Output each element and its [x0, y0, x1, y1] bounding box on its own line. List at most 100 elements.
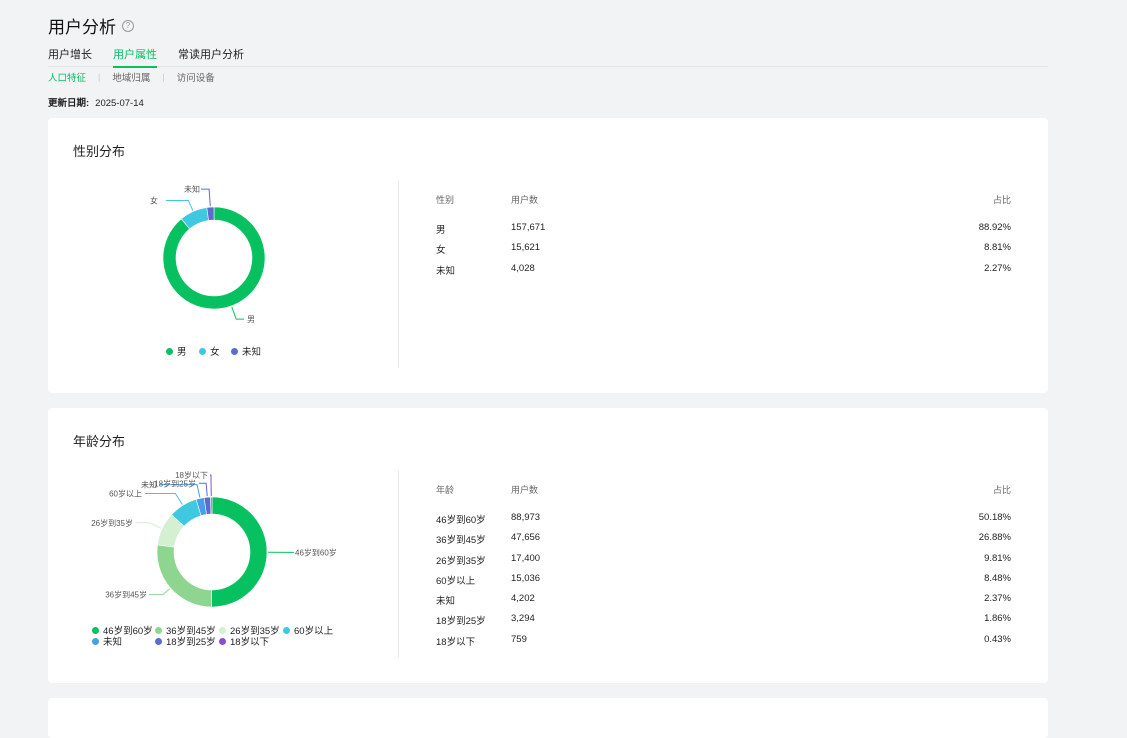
- subtab-demographics[interactable]: 人口特征: [48, 70, 86, 84]
- legend-swatch: [155, 638, 162, 645]
- row-name: 60岁以上: [436, 573, 475, 587]
- main-tabs: 用户增长 用户属性 常读用户分析: [48, 46, 1048, 67]
- table-header: 年龄 用户数 占比: [436, 483, 1011, 497]
- column-header: 性别: [436, 193, 454, 206]
- slice-label: 18岁以下: [175, 470, 208, 480]
- row-pct: 88.92%: [979, 222, 1011, 233]
- table-row: 18岁到25岁 3,294 1.86%: [436, 613, 1011, 633]
- legend-label: 未知: [103, 634, 122, 648]
- row-users: 157,671: [511, 222, 545, 233]
- legend-item[interactable]: 未知: [92, 634, 122, 648]
- row-name: 36岁到45岁: [436, 532, 486, 546]
- leader-line: [136, 523, 161, 529]
- card-divider: [398, 470, 399, 658]
- legend-swatch: [92, 627, 99, 634]
- row-users: 47,656: [511, 532, 540, 543]
- row-pct: 8.48%: [984, 573, 1011, 584]
- legend-swatch: [166, 348, 173, 355]
- row-users: 88,973: [511, 512, 540, 523]
- subtab-divider: |: [98, 72, 100, 82]
- legend-swatch: [199, 348, 206, 355]
- legend-item[interactable]: 60岁以上: [283, 623, 333, 637]
- column-header: 占比: [993, 193, 1011, 206]
- table-row: 18岁以下7590.43%: [436, 634, 1011, 654]
- row-users: 3,294: [511, 613, 535, 624]
- legend-label: 60岁以上: [294, 623, 333, 637]
- table-row: 未知4,0282.27%: [436, 263, 1011, 283]
- legend-item[interactable]: 18岁以下: [219, 634, 269, 648]
- subtab-region[interactable]: 地域归属: [112, 70, 150, 84]
- gender-donut-chart: 男女未知: [48, 118, 398, 393]
- row-users: 4,028: [511, 263, 535, 274]
- row-users: 4,202: [511, 593, 535, 604]
- row-pct: 2.37%: [984, 593, 1011, 604]
- legend-item[interactable]: 女: [199, 344, 220, 358]
- card-divider: [398, 180, 399, 368]
- row-users: 759: [511, 634, 527, 645]
- subtab-device[interactable]: 访问设备: [177, 70, 215, 84]
- legend-label: 女: [210, 344, 220, 358]
- table-row: 女 15,621 8.81%: [436, 242, 1011, 262]
- leader-line: [149, 589, 170, 595]
- donut-slice[interactable]: [211, 497, 212, 514]
- row-name: 26岁到35岁: [436, 553, 486, 567]
- table-row: 60岁以上 15,036 8.48%: [436, 573, 1011, 593]
- update-date-label: 更新日期:: [48, 98, 89, 109]
- row-name: 女: [436, 242, 446, 256]
- page-title-text: 用户分析: [48, 13, 116, 38]
- gender-table: 性别 用户数 占比 男157,67188.92% 女15,6218.81% 未知…: [436, 193, 1011, 283]
- row-name: 46岁到60岁: [436, 512, 486, 526]
- table-header: 性别 用户数 占比: [436, 193, 1011, 207]
- legend-label: 18岁以下: [230, 634, 269, 648]
- table-row: 男 157,671 88.92%: [436, 222, 1011, 242]
- update-date: 更新日期:2025-07-14: [48, 95, 144, 109]
- row-users: 15,621: [511, 242, 540, 253]
- tab-user-attributes[interactable]: 用户属性: [113, 46, 157, 68]
- legend-swatch: [219, 627, 226, 634]
- tab-user-growth[interactable]: 用户增长: [48, 46, 92, 66]
- donut-slice[interactable]: [163, 207, 265, 309]
- table-row: 36岁到45岁 47,656 26.88%: [436, 532, 1011, 552]
- donut-slice[interactable]: [211, 497, 267, 607]
- row-name: 18岁以下: [436, 634, 475, 648]
- row-pct: 26.88%: [979, 532, 1011, 543]
- legend-swatch: [231, 348, 238, 355]
- column-header: 用户数: [511, 483, 538, 496]
- slice-label: 未知: [184, 184, 200, 194]
- legend-label: 未知: [242, 344, 261, 358]
- row-name: 男: [436, 222, 446, 236]
- row-users: 15,036: [511, 573, 540, 584]
- legend-item[interactable]: 18岁到25岁: [155, 634, 216, 648]
- row-pct: 1.86%: [984, 613, 1011, 624]
- donut-slice[interactable]: [157, 545, 212, 607]
- slice-label: 女: [150, 195, 158, 205]
- row-pct: 2.27%: [984, 263, 1011, 274]
- tab-frequent-readers[interactable]: 常读用户分析: [178, 46, 244, 66]
- slice-label: 26岁到35岁: [91, 518, 133, 528]
- column-header: 占比: [993, 483, 1011, 496]
- slice-label: 男: [247, 315, 255, 324]
- table-row: 未知4,2022.37%: [436, 593, 1011, 613]
- page-title: 用户分析 ?: [48, 13, 134, 38]
- slice-label: 60岁以上: [109, 489, 142, 499]
- leader-line: [201, 189, 210, 206]
- legend-item[interactable]: 男: [166, 344, 187, 358]
- row-name: 18岁到25岁: [436, 613, 486, 627]
- question-circle-icon[interactable]: ?: [122, 20, 134, 32]
- leader-line: [166, 200, 193, 210]
- row-users: 17,400: [511, 553, 540, 564]
- row-pct: 50.18%: [979, 512, 1011, 523]
- legend-item[interactable]: 未知: [231, 344, 261, 358]
- row-pct: 8.81%: [984, 242, 1011, 253]
- subtab-divider: |: [162, 72, 164, 82]
- legend-swatch: [92, 638, 99, 645]
- slice-label: 46岁到60岁: [295, 547, 337, 557]
- leader-line: [232, 307, 244, 319]
- legend-label: 男: [177, 344, 187, 358]
- sub-tabs: 人口特征 | 地域归属 | 访问设备: [48, 70, 215, 84]
- next-card: [48, 698, 1048, 738]
- legend-swatch: [155, 627, 162, 634]
- leader-line: [145, 494, 182, 505]
- legend-swatch: [219, 638, 226, 645]
- age-table: 年龄 用户数 占比 46岁到60岁 88,973 50.18% 36岁到45岁 47,…: [436, 483, 1011, 654]
